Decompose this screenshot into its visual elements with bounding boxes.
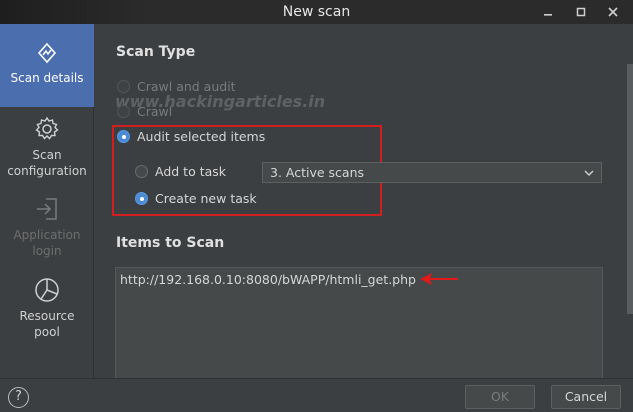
radio-label: Create new task <box>155 191 257 206</box>
radio-indicator[interactable] <box>117 80 130 93</box>
sidebar-item-resource-pool[interactable]: Resource pool <box>0 276 94 346</box>
task-dropdown-value: 3. Active scans <box>270 165 365 180</box>
sidebar-item-label: Application <box>13 228 81 242</box>
main-panel: Scan Type www.hackingarticles.in Crawl a… <box>95 24 633 378</box>
radio-crawl-and-audit[interactable]: Crawl and audit <box>117 79 236 94</box>
ok-button[interactable]: OK <box>465 385 535 409</box>
radio-label: Crawl <box>137 104 173 119</box>
window-title: New scan <box>282 4 351 20</box>
radio-label: Crawl and audit <box>137 79 236 94</box>
login-icon <box>37 198 57 220</box>
radio-indicator[interactable] <box>135 165 148 178</box>
pie-chart-icon <box>35 278 59 302</box>
burp-scan-icon <box>37 42 57 64</box>
radio-crawl[interactable]: Crawl <box>117 104 172 119</box>
radio-indicator[interactable] <box>135 192 148 205</box>
scrollbar-thumb[interactable] <box>627 64 633 314</box>
sidebar: Scan details Scan configuration Applicat… <box>0 24 94 378</box>
minimize-icon[interactable] <box>540 4 556 20</box>
items-to-scan-list[interactable]: http://192.168.0.10:8080/bWAPP/htmli_get… <box>115 267 603 378</box>
sidebar-item-label-line2: pool <box>34 325 60 339</box>
maximize-icon[interactable] <box>573 4 589 20</box>
sidebar-item-scan-configuration[interactable]: Scan configuration <box>0 116 94 186</box>
sidebar-item-scan-details[interactable]: Scan details <box>0 24 94 107</box>
scan-type-title: Scan Type <box>116 44 196 60</box>
radio-indicator[interactable] <box>117 105 130 118</box>
sidebar-item-label-line2: configuration <box>7 164 87 178</box>
gear-icon <box>35 116 59 140</box>
close-icon[interactable] <box>605 4 621 20</box>
sidebar-item-label: Scan details <box>10 71 84 85</box>
radio-add-to-task[interactable]: Add to task <box>135 164 226 179</box>
help-button[interactable]: ? <box>8 387 29 408</box>
red-arrow-icon <box>420 273 458 285</box>
sidebar-item-label-line2: login <box>32 244 62 258</box>
list-item[interactable]: http://192.168.0.10:8080/bWAPP/htmli_get… <box>120 272 416 287</box>
footer: ? OK Cancel <box>0 378 633 412</box>
sidebar-item-application-login[interactable]: Application login <box>0 196 94 266</box>
task-dropdown[interactable]: 3. Active scans <box>262 162 602 183</box>
radio-label: Add to task <box>155 164 227 179</box>
radio-label: Audit selected items <box>137 129 266 144</box>
scrollbar[interactable] <box>627 24 633 378</box>
radio-audit-selected-items[interactable]: Audit selected items <box>117 129 265 144</box>
radio-create-new-task[interactable]: Create new task <box>135 191 257 206</box>
sidebar-item-label: Scan <box>32 148 62 162</box>
items-to-scan-title: Items to Scan <box>116 235 225 251</box>
chevron-down-icon <box>584 170 594 177</box>
radio-indicator[interactable] <box>117 130 130 143</box>
cancel-button[interactable]: Cancel <box>551 385 621 409</box>
sidebar-item-label: Resource <box>19 309 75 323</box>
title-bar: New scan <box>0 0 633 24</box>
